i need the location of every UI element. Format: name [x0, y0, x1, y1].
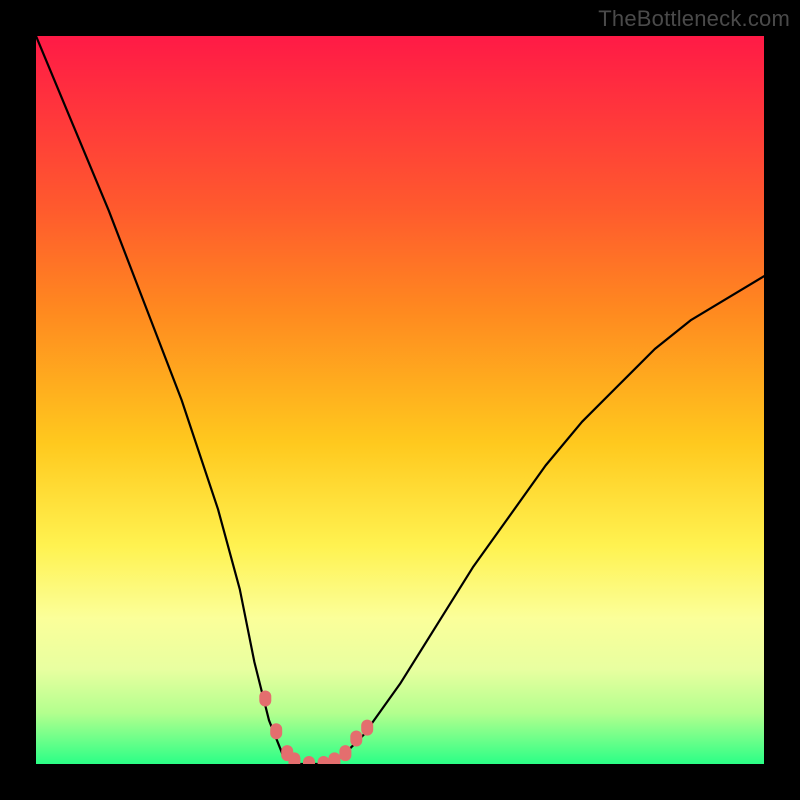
highlight-marker — [288, 752, 300, 764]
highlight-marker — [350, 731, 362, 747]
highlight-marker — [303, 756, 315, 764]
highlight-marker — [339, 745, 351, 761]
chart-frame: TheBottleneck.com — [0, 0, 800, 800]
highlight-marker — [318, 756, 330, 764]
curve-svg — [36, 36, 764, 764]
highlight-markers — [259, 691, 373, 765]
plot-area — [36, 36, 764, 764]
highlight-marker — [329, 752, 341, 764]
highlight-marker — [259, 691, 271, 707]
bottleneck-curve — [36, 36, 764, 764]
watermark-text: TheBottleneck.com — [598, 6, 790, 32]
highlight-marker — [270, 723, 282, 739]
highlight-marker — [361, 720, 373, 736]
